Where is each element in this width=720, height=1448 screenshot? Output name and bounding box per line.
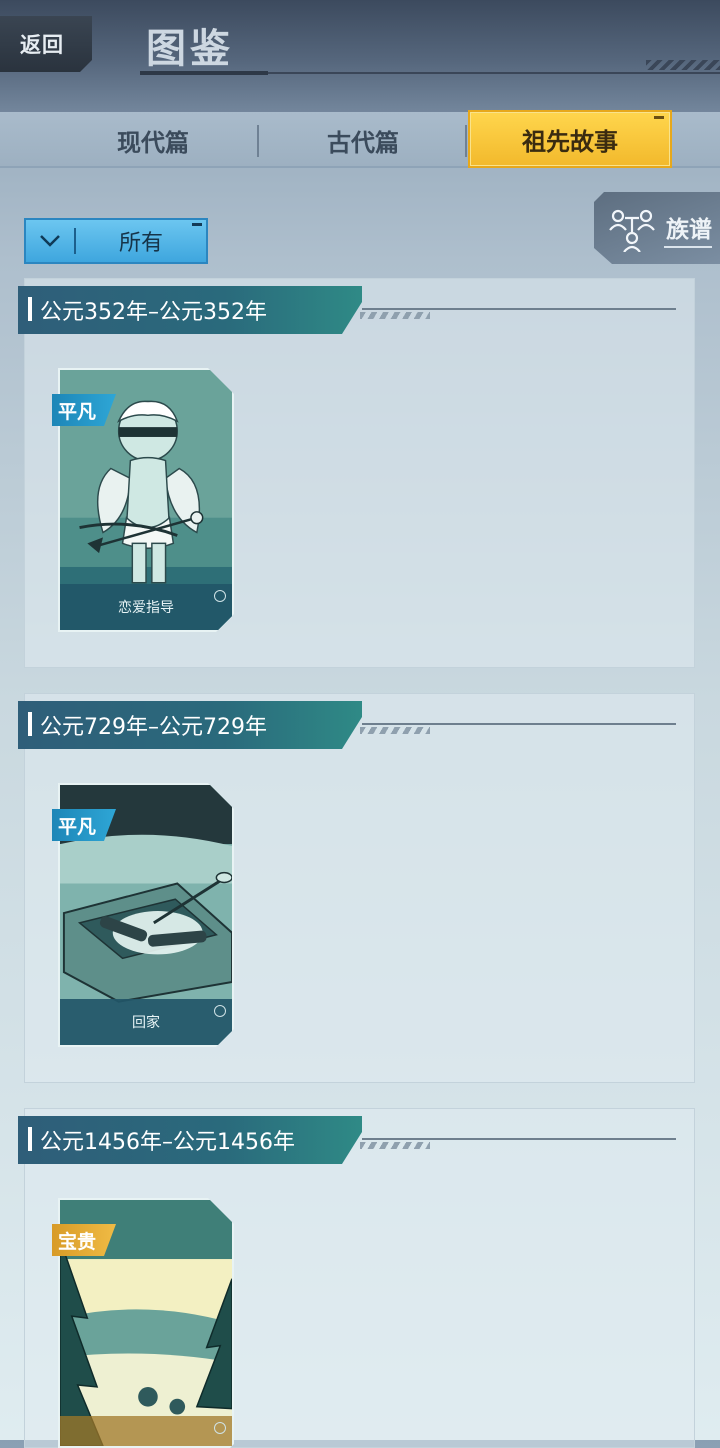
genealogy-label: 族谱 xyxy=(666,217,712,243)
era-divider xyxy=(362,723,676,725)
era-marker xyxy=(28,1127,32,1151)
era-banner: 公元729年–公元729年 xyxy=(18,701,362,749)
era-hatch-decoration xyxy=(360,727,430,734)
tab-modern[interactable]: 现代篇 xyxy=(48,112,258,168)
tab-ancient[interactable]: 古代篇 xyxy=(258,112,468,168)
era-hatch-decoration xyxy=(360,1142,430,1149)
era-label: 公元1456年–公元1456年 xyxy=(40,1130,295,1155)
person-icon xyxy=(214,1422,226,1434)
chevron-down-icon xyxy=(26,220,74,262)
tab-ancestor-label: 祖先故事 xyxy=(522,127,618,156)
card-title: 回家 xyxy=(60,999,232,1045)
filter-corner-decoration xyxy=(192,223,202,226)
title-hatch-decoration xyxy=(646,60,720,70)
tab-corner-decoration xyxy=(654,116,664,119)
genealogy-underline xyxy=(664,246,712,248)
era-divider xyxy=(362,1138,676,1140)
tab-divider xyxy=(465,125,467,157)
card-title-text: 恋爱指导 xyxy=(118,600,174,616)
era-label: 公元352年–公元352年 xyxy=(40,300,267,325)
era-banner: 公元352年–公元352年 xyxy=(18,286,362,334)
filter-dropdown[interactable]: 所有 xyxy=(24,218,208,264)
top-bar: 返回 图鉴 xyxy=(0,0,720,112)
card-title-text: 回家 xyxy=(132,1015,160,1031)
person-icon xyxy=(214,590,226,602)
filter-selected-value: 所有 xyxy=(118,231,163,256)
era-divider xyxy=(362,308,676,310)
back-button[interactable]: 返回 xyxy=(0,16,92,72)
family-tree-icon xyxy=(608,208,658,256)
era-banner: 公元1456年–公元1456年 xyxy=(18,1116,362,1164)
card-title: 恋爱指导 xyxy=(60,584,232,630)
person-icon xyxy=(214,1005,226,1017)
card-title xyxy=(60,1416,232,1446)
genealogy-button[interactable]: 族谱 xyxy=(594,192,720,264)
era-label: 公元729年–公元729年 xyxy=(40,715,267,740)
title-underline-accent xyxy=(140,71,268,75)
era-hatch-decoration xyxy=(360,312,430,319)
tab-ancestor-stories[interactable]: 祖先故事 xyxy=(468,110,672,168)
era-marker xyxy=(28,712,32,736)
era-marker xyxy=(28,297,32,321)
page-title: 图鉴 xyxy=(146,26,234,72)
tab-bar: 现代篇 古代篇 祖先故事 xyxy=(0,110,720,168)
